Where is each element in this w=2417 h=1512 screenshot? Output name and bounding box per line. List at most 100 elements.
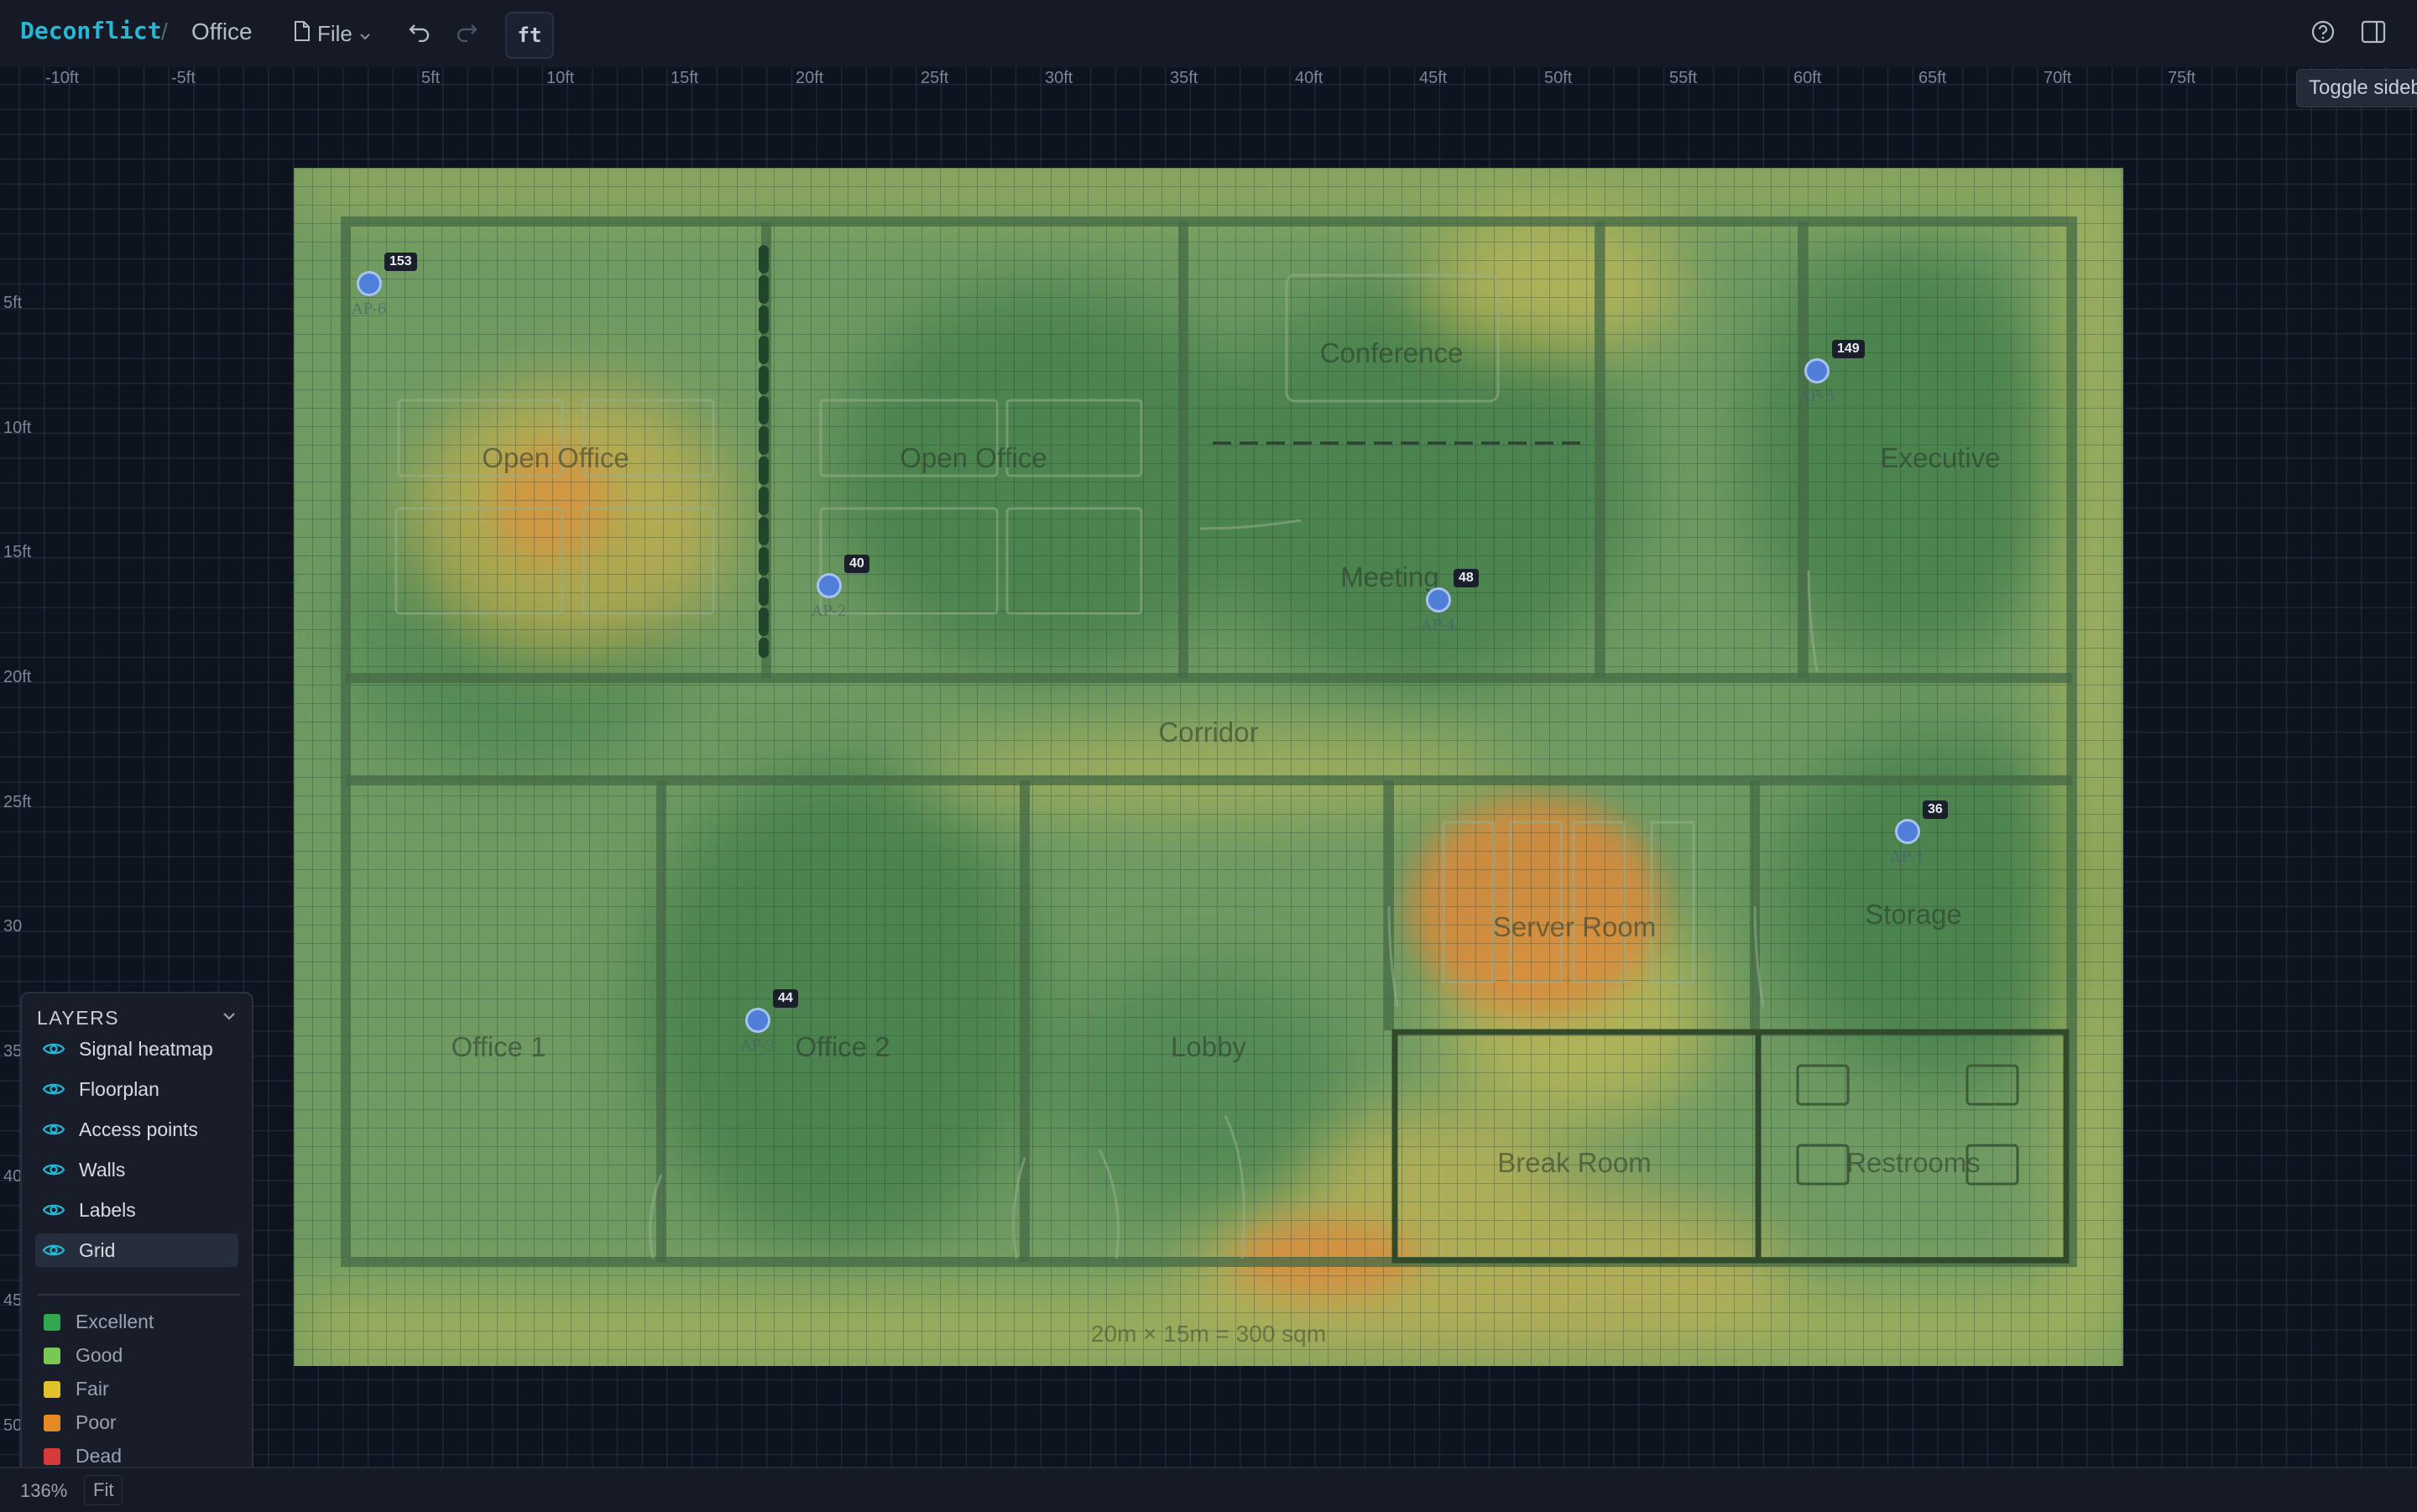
eye-icon xyxy=(42,1242,67,1259)
legend-label: Fair xyxy=(76,1378,109,1400)
toggle-sidebar-tooltip: Toggle sideb xyxy=(2296,69,2417,107)
ap-label: AP-3 xyxy=(740,1037,775,1055)
ruler-x-label: 55ft xyxy=(1669,69,1698,87)
undo-button[interactable] xyxy=(401,15,438,52)
access-point-marker[interactable] xyxy=(745,1008,770,1033)
redo-button[interactable] xyxy=(448,15,485,52)
room-label: Executive xyxy=(1880,442,2001,473)
fit-view-button[interactable]: Fit xyxy=(84,1475,123,1505)
legend-item-good: Good xyxy=(44,1344,123,1367)
layer-label: Walls xyxy=(79,1158,126,1181)
access-point-marker[interactable] xyxy=(357,271,382,296)
layer-toggle-grid[interactable]: Grid xyxy=(35,1233,238,1267)
ruler-x-label: 5ft xyxy=(421,69,441,87)
top-bar: Deconflict / Office File ft xyxy=(0,0,2417,69)
ruler-x-label: 10ft xyxy=(546,69,575,87)
ruler-y-label: 20ft xyxy=(3,668,32,686)
access-point-marker[interactable] xyxy=(1426,587,1451,613)
legend-swatch xyxy=(44,1414,60,1431)
status-bar: 136% Fit xyxy=(0,1467,2417,1512)
access-point-marker[interactable] xyxy=(1804,358,1830,383)
ruler-x-label: 30ft xyxy=(1045,69,1073,87)
ruler-x-label: 65ft xyxy=(1918,69,1947,87)
room-label: Restrooms xyxy=(1846,1147,1981,1178)
layer-toggle-signal-heatmap[interactable]: Signal heatmap xyxy=(35,1032,238,1066)
zoom-level: 136% xyxy=(20,1480,68,1501)
ruler-x-label: -10ft xyxy=(45,69,80,87)
layer-toggle-walls[interactable]: Walls xyxy=(35,1153,238,1186)
file-menu-button[interactable]: File xyxy=(285,15,379,52)
ruler-y-label: 10ft xyxy=(3,419,32,437)
ap-label: AP-2 xyxy=(812,602,847,620)
project-name[interactable]: Office xyxy=(191,18,253,45)
room-label: Open Office xyxy=(482,442,629,473)
panel-divider xyxy=(37,1294,240,1296)
ruler-y-label: 15ft xyxy=(3,543,32,561)
legend-item-poor: Poor xyxy=(44,1411,117,1434)
ruler-y-label: 40 xyxy=(3,1167,23,1186)
room-label: Server Room xyxy=(1492,911,1657,942)
ruler-x-label: 35ft xyxy=(1170,69,1198,87)
room-label: Lobby xyxy=(1171,1031,1246,1062)
room-label: Break Room xyxy=(1497,1147,1652,1178)
ruler-x-label: 15ft xyxy=(671,69,699,87)
legend-label: Dead xyxy=(76,1445,122,1467)
ruler-y-label: 30 xyxy=(3,917,23,936)
layer-toggle-floorplan[interactable]: Floorplan xyxy=(35,1072,238,1106)
layer-toggle-labels[interactable]: Labels xyxy=(35,1193,238,1227)
legend-swatch xyxy=(44,1347,60,1364)
ruler-y-label: 45 xyxy=(3,1291,23,1310)
app-brand[interactable]: Deconflict xyxy=(20,17,162,44)
ruler-horizontal: -10ft -5ft 5ft 10ft 15ft 20ft 25ft 30ft … xyxy=(0,67,2417,89)
layer-label: Grid xyxy=(79,1238,116,1261)
legend-label: Poor xyxy=(76,1411,117,1433)
unit-toggle-button[interactable]: ft xyxy=(505,12,554,59)
collapse-chevron-icon[interactable] xyxy=(222,1010,237,1025)
ap-label: AP-1 xyxy=(1890,848,1925,866)
access-point-marker[interactable] xyxy=(817,573,842,598)
room-label: Open Office xyxy=(900,442,1047,473)
floorplan[interactable]: Open Office Open Office Conference Meeti… xyxy=(294,168,2123,1366)
room-label: Corridor xyxy=(1158,717,1259,748)
ap-label: AP-6 xyxy=(352,300,387,318)
layers-panel-title: LAYERS xyxy=(37,1007,120,1029)
breadcrumb-separator: / xyxy=(161,18,168,44)
floorplan-area-label: 20m × 15m = 300 sqm xyxy=(1090,1321,1327,1347)
room-label: Meeting xyxy=(1340,561,1439,592)
layer-toggle-access-points[interactable]: Access points xyxy=(35,1113,238,1146)
ruler-x-label: -5ft xyxy=(171,69,196,87)
layer-label: Signal heatmap xyxy=(79,1037,213,1060)
redo-icon xyxy=(455,22,478,46)
legend-swatch xyxy=(44,1380,60,1398)
legend-swatch xyxy=(44,1447,60,1465)
ruler-x-label: 50ft xyxy=(1544,69,1573,87)
legend-item-fair: Fair xyxy=(44,1378,109,1400)
layers-panel: LAYERS Signal heatmap Floorplan Access p… xyxy=(20,992,253,1467)
ruler-y-label: 5ft xyxy=(3,294,23,312)
ap-label: AP-5 xyxy=(1799,388,1835,405)
ap-client-badge: 36 xyxy=(1923,800,1948,819)
access-point-marker[interactable] xyxy=(1895,819,1920,844)
toggle-sidebar-button[interactable] xyxy=(2355,15,2392,52)
ruler-x-label: 25ft xyxy=(921,69,949,87)
room-label: Conference xyxy=(1319,337,1464,368)
floorplan-canvas[interactable]: -10ft -5ft 5ft 10ft 15ft 20ft 25ft 30ft … xyxy=(0,67,2417,1467)
help-circle-icon xyxy=(2310,19,2336,49)
help-button[interactable] xyxy=(2305,15,2341,52)
legend-item-dead: Dead xyxy=(44,1445,122,1467)
ruler-y-label: 25ft xyxy=(3,793,32,811)
ap-client-badge: 40 xyxy=(844,555,869,573)
ruler-x-label: 75ft xyxy=(2168,69,2196,87)
ap-client-badge: 149 xyxy=(1832,340,1865,358)
ruler-x-label: 70ft xyxy=(2044,69,2072,87)
eye-icon xyxy=(42,1202,67,1218)
ruler-x-label: 20ft xyxy=(796,69,824,87)
file-menu-label: File xyxy=(317,20,352,46)
ruler-x-label: 45ft xyxy=(1419,69,1448,87)
eye-icon xyxy=(42,1161,67,1178)
room-label: Office 1 xyxy=(451,1031,546,1062)
ap-client-badge: 44 xyxy=(773,989,798,1008)
legend-label: Excellent xyxy=(76,1311,154,1332)
ruler-y-label: 35 xyxy=(3,1042,23,1061)
eye-icon xyxy=(42,1040,67,1057)
